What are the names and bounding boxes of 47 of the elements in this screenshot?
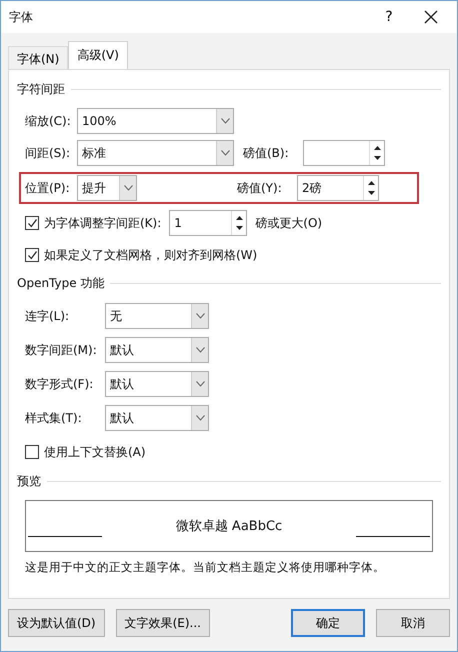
- preview-sample: 微软卓越 AaBbCc: [176, 518, 282, 535]
- field-label: 位置(P):: [25, 180, 71, 196]
- window-title: 字体: [9, 8, 34, 26]
- group-title: 字符间距: [17, 80, 65, 98]
- dialog-button[interactable]: 确定: [291, 609, 365, 637]
- checkbox[interactable]: [25, 248, 39, 262]
- dropdown[interactable]: 默认: [105, 337, 209, 363]
- group-title: 预览: [17, 472, 41, 490]
- spin-field[interactable]: 2磅: [297, 175, 379, 201]
- dialog-button[interactable]: 文字效果(E)...: [116, 609, 210, 637]
- field-label: 连字(L):: [25, 308, 70, 324]
- dropdown[interactable]: 默认: [105, 371, 209, 397]
- chevron-icon: [196, 381, 204, 387]
- dropdown[interactable]: 100%: [77, 108, 234, 134]
- group-title: OpenType 功能: [17, 274, 104, 292]
- chevron-icon: [220, 118, 230, 124]
- dropdown[interactable]: 提升: [77, 175, 137, 201]
- field-label: 磅或更大(O): [255, 214, 322, 232]
- dropdown[interactable]: 无: [105, 303, 209, 329]
- field-label: 数字形式(F):: [25, 376, 94, 392]
- field-label: 磅值(Y):: [237, 180, 283, 196]
- checkbox-label: 如果定义了文档网格，则对齐到网格(W): [44, 246, 258, 264]
- spin-field[interactable]: [303, 140, 385, 166]
- tab[interactable]: 字体(N): [8, 46, 68, 69]
- dialog-button[interactable]: 取消: [376, 609, 450, 637]
- chevron-icon: [220, 150, 230, 156]
- field-label: 数字间距(M):: [25, 342, 98, 358]
- field-label: 磅值(B):: [243, 144, 290, 162]
- chevron-icon: [196, 313, 204, 319]
- close-icon: [424, 10, 438, 24]
- tab[interactable]: 高级(V): [68, 41, 128, 69]
- field-label: 缩放(C):: [25, 112, 72, 130]
- chevron-icon: [196, 347, 204, 353]
- chevron-icon: [124, 185, 132, 191]
- dialog-button[interactable]: 设为默认值(D): [8, 609, 105, 637]
- preview-description: 这是用于中文的正文主题字体。当前文档主题定义将使用哪种字体。: [25, 560, 386, 575]
- dropdown[interactable]: 默认: [105, 405, 209, 431]
- checkbox-label: 为字体调整字间距(K):: [44, 214, 162, 232]
- checkbox[interactable]: [25, 445, 39, 459]
- field-label: 样式集(T):: [25, 410, 83, 426]
- checkbox[interactable]: [25, 216, 39, 230]
- chevron-icon: [196, 415, 204, 421]
- help-button[interactable]: ?: [371, 4, 407, 30]
- field-label: 间距(S):: [25, 144, 72, 162]
- dropdown[interactable]: 标准: [77, 140, 234, 166]
- spin-field[interactable]: 1: [169, 210, 248, 236]
- checkbox-label: 使用上下文替换(A): [44, 444, 146, 460]
